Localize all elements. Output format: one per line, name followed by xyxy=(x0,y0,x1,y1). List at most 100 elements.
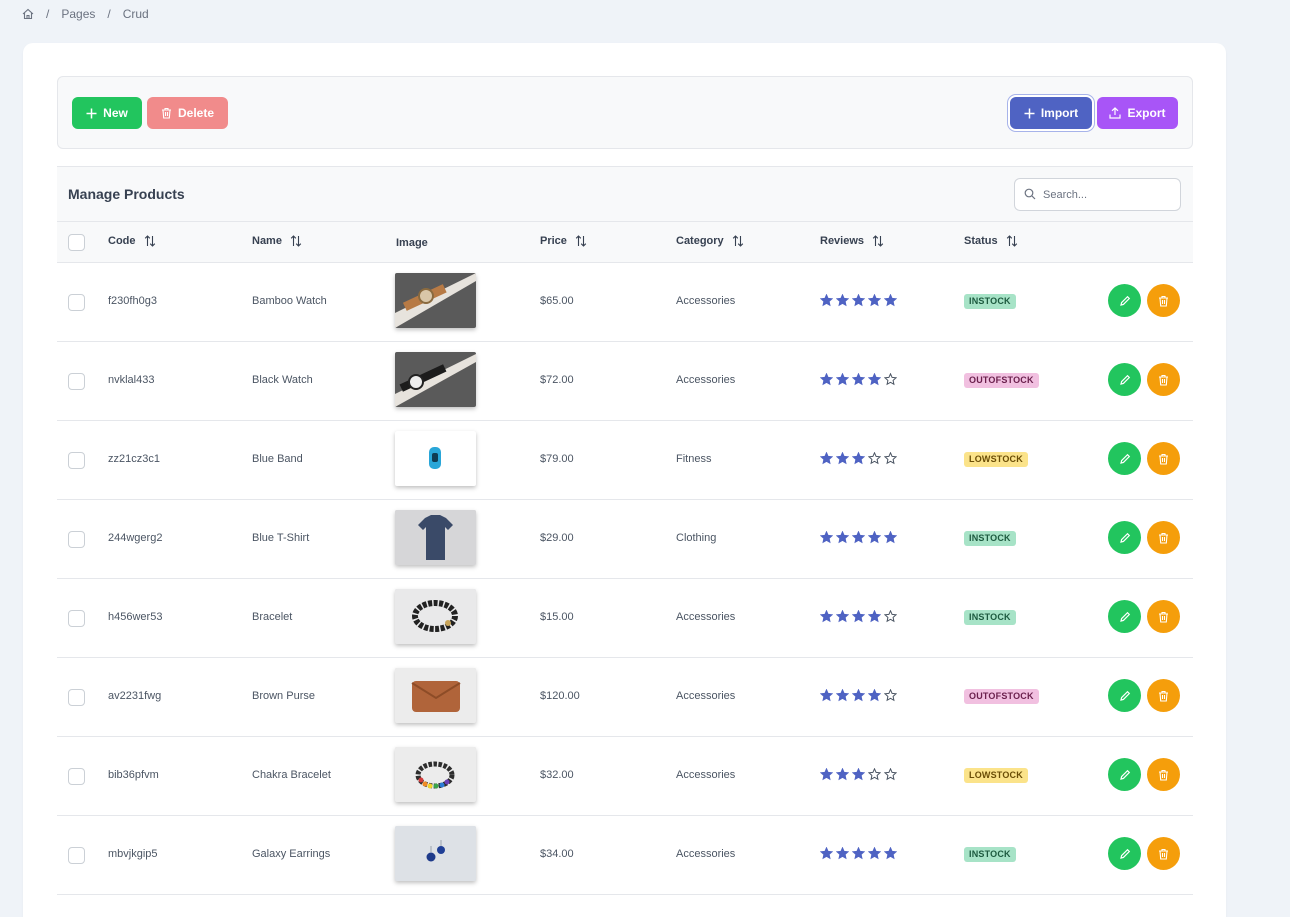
delete-row-button[interactable] xyxy=(1147,284,1180,317)
column-header-name[interactable]: Name xyxy=(252,235,302,247)
delete-row-button[interactable] xyxy=(1147,679,1180,712)
column-label-status: Status xyxy=(964,235,998,247)
delete-button[interactable]: Delete xyxy=(147,97,228,129)
star-filled-icon[interactable] xyxy=(820,452,833,465)
table-row: zz21cz3c1 Blue Band $79.00 Fitness LOWSTOCK xyxy=(57,421,1193,500)
delete-row-button[interactable] xyxy=(1147,600,1180,633)
column-header-status[interactable]: Status xyxy=(964,235,1018,247)
star-empty-icon[interactable] xyxy=(868,452,881,465)
star-filled-icon[interactable] xyxy=(884,294,897,307)
star-empty-icon[interactable] xyxy=(884,610,897,623)
star-filled-icon[interactable] xyxy=(820,294,833,307)
star-filled-icon[interactable] xyxy=(820,531,833,544)
status-badge: LOWSTOCK xyxy=(964,452,1028,467)
star-filled-icon[interactable] xyxy=(820,847,833,860)
bamboo-watch-image xyxy=(395,273,476,328)
star-filled-icon[interactable] xyxy=(836,373,849,386)
star-filled-icon[interactable] xyxy=(836,689,849,702)
star-empty-icon[interactable] xyxy=(868,768,881,781)
product-code: 244wgerg2 xyxy=(108,532,163,544)
column-header-price[interactable]: Price xyxy=(540,235,587,247)
new-button[interactable]: New xyxy=(72,97,142,129)
table-row: 244wgerg2 Blue T-Shirt $29.00 Clothing INSTO… xyxy=(57,500,1193,579)
star-filled-icon[interactable] xyxy=(852,294,865,307)
delete-row-button[interactable] xyxy=(1147,363,1180,396)
delete-row-button[interactable] xyxy=(1147,758,1180,791)
trash-icon xyxy=(1159,611,1168,623)
product-category: Accessories xyxy=(676,769,736,781)
search-input[interactable] xyxy=(1043,185,1173,205)
row-checkbox[interactable] xyxy=(68,610,85,627)
star-filled-icon[interactable] xyxy=(852,373,865,386)
column-label-category: Category xyxy=(676,235,724,247)
edit-button[interactable] xyxy=(1108,363,1141,396)
star-filled-icon[interactable] xyxy=(820,768,833,781)
star-filled-icon[interactable] xyxy=(868,847,881,860)
edit-button[interactable] xyxy=(1108,442,1141,475)
status-badge: INSTOCK xyxy=(964,610,1016,625)
export-button[interactable]: Export xyxy=(1097,97,1178,129)
star-filled-icon[interactable] xyxy=(852,531,865,544)
product-price: $79.00 xyxy=(540,453,574,465)
edit-button[interactable] xyxy=(1108,758,1141,791)
table-title: Manage Products xyxy=(68,186,185,202)
edit-button[interactable] xyxy=(1108,284,1141,317)
status-badge: INSTOCK xyxy=(964,531,1016,546)
star-filled-icon[interactable] xyxy=(820,373,833,386)
star-filled-icon[interactable] xyxy=(836,610,849,623)
star-filled-icon[interactable] xyxy=(836,531,849,544)
star-filled-icon[interactable] xyxy=(836,452,849,465)
row-checkbox[interactable] xyxy=(68,452,85,469)
star-filled-icon[interactable] xyxy=(884,847,897,860)
star-empty-icon[interactable] xyxy=(884,452,897,465)
blue-band-image xyxy=(395,431,476,486)
plus-icon xyxy=(1024,108,1035,118)
star-empty-icon[interactable] xyxy=(884,768,897,781)
row-checkbox[interactable] xyxy=(68,294,85,311)
breadcrumb-pages[interactable]: Pages xyxy=(61,7,95,21)
star-filled-icon[interactable] xyxy=(820,689,833,702)
star-filled-icon[interactable] xyxy=(852,768,865,781)
select-all-checkbox[interactable] xyxy=(68,234,85,251)
star-filled-icon[interactable] xyxy=(852,847,865,860)
edit-button[interactable] xyxy=(1108,600,1141,633)
star-filled-icon[interactable] xyxy=(868,531,881,544)
row-checkbox[interactable] xyxy=(68,373,85,390)
import-button[interactable]: Import xyxy=(1010,97,1092,129)
edit-button[interactable] xyxy=(1108,837,1141,870)
star-filled-icon[interactable] xyxy=(820,610,833,623)
star-filled-icon[interactable] xyxy=(852,689,865,702)
star-filled-icon[interactable] xyxy=(868,689,881,702)
home-icon[interactable] xyxy=(22,8,34,20)
product-price: $65.00 xyxy=(540,295,574,307)
star-filled-icon[interactable] xyxy=(868,610,881,623)
table-header: Manage Products xyxy=(57,166,1193,222)
row-checkbox[interactable] xyxy=(68,847,85,864)
search-field[interactable] xyxy=(1014,178,1181,211)
star-empty-icon[interactable] xyxy=(884,689,897,702)
edit-button[interactable] xyxy=(1108,521,1141,554)
column-header-reviews[interactable]: Reviews xyxy=(820,235,884,247)
column-header-code[interactable]: Code xyxy=(108,235,156,247)
star-empty-icon[interactable] xyxy=(884,373,897,386)
star-filled-icon[interactable] xyxy=(868,373,881,386)
column-header-category[interactable]: Category xyxy=(676,235,744,247)
export-button-label: Export xyxy=(1127,106,1166,120)
delete-row-button[interactable] xyxy=(1147,837,1180,870)
star-filled-icon[interactable] xyxy=(836,768,849,781)
delete-row-button[interactable] xyxy=(1147,442,1180,475)
row-checkbox[interactable] xyxy=(68,689,85,706)
product-code: mbvjkgip5 xyxy=(108,848,158,860)
star-filled-icon[interactable] xyxy=(884,531,897,544)
star-filled-icon[interactable] xyxy=(868,294,881,307)
edit-button[interactable] xyxy=(1108,679,1141,712)
star-filled-icon[interactable] xyxy=(852,452,865,465)
breadcrumb-crud[interactable]: Crud xyxy=(123,7,149,21)
table-row: h456wer53 Bracelet $15.00 Accessories INSTOC… xyxy=(57,579,1193,658)
star-filled-icon[interactable] xyxy=(852,610,865,623)
row-checkbox[interactable] xyxy=(68,531,85,548)
star-filled-icon[interactable] xyxy=(836,847,849,860)
row-checkbox[interactable] xyxy=(68,768,85,785)
star-filled-icon[interactable] xyxy=(836,294,849,307)
delete-row-button[interactable] xyxy=(1147,521,1180,554)
